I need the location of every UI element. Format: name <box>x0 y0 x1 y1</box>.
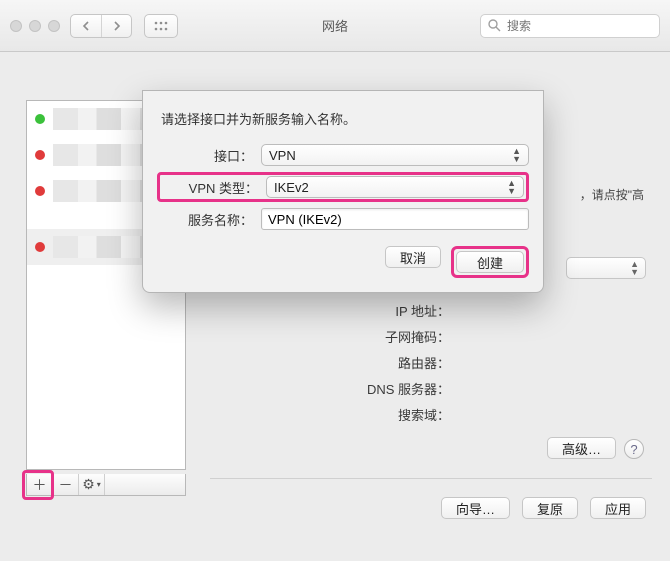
service-actions-button[interactable]: ⚙▾ <box>79 474 105 495</box>
vpn-type-label: VPN 类型： <box>162 178 258 197</box>
status-dot-icon <box>35 242 45 252</box>
create-service-sheet: 请选择接口并为新服务输入名称。 接口： VPN ▲▼ VPN 类型： IKEv2… <box>142 90 544 293</box>
chevron-updown-icon: ▲▼ <box>507 179 516 195</box>
highlight-create-icon: 创建 <box>451 246 529 278</box>
create-button[interactable]: 创建 <box>456 251 524 273</box>
info-rows: IP 地址： 子网掩码： 路由器： DNS 服务器： 搜索域： <box>280 297 450 427</box>
back-button[interactable] <box>71 15 101 37</box>
status-dot-icon <box>35 114 45 124</box>
apply-button[interactable]: 应用 <box>590 497 646 519</box>
service-name-label: 服务名称： <box>157 210 253 229</box>
close-dot[interactable] <box>10 20 22 32</box>
assist-button[interactable]: 向导… <box>441 497 510 519</box>
divider <box>210 478 652 479</box>
sheet-prompt: 请选择接口并为新服务输入名称。 <box>161 109 525 128</box>
search-input[interactable] <box>480 14 660 38</box>
subnet-mask-label: 子网掩码： <box>280 327 450 346</box>
ip-address-label: IP 地址： <box>280 301 450 320</box>
vpn-type-value: IKEv2 <box>274 180 309 195</box>
interface-select[interactable]: VPN ▲▼ <box>261 144 529 166</box>
service-name-input[interactable] <box>261 208 529 230</box>
sidebar-tools: ＋ － ⚙▾ <box>26 474 186 496</box>
status-dot-icon <box>35 150 45 160</box>
show-all-button[interactable] <box>144 14 178 38</box>
minimize-dot[interactable] <box>29 20 41 32</box>
hint-text: ，请点按"高 <box>580 186 644 203</box>
interface-value: VPN <box>269 148 296 163</box>
remove-service-button[interactable]: － <box>53 474 79 495</box>
cancel-button[interactable]: 取消 <box>385 246 441 268</box>
search-domains-label: 搜索域： <box>280 405 450 424</box>
chevron-updown-icon: ▲▼ <box>630 260 639 276</box>
main-area: ＋ － ⚙▾ ，请点按"高 ▲▼ IP 地址： 子网掩码： 路由器： DNS 服… <box>0 52 670 561</box>
add-service-button[interactable]: ＋ <box>27 474 53 495</box>
advanced-button[interactable]: 高级… <box>547 437 616 459</box>
help-button[interactable]: ? <box>624 439 644 459</box>
titlebar: 网络 <box>0 0 670 52</box>
status-select[interactable]: ▲▼ <box>566 257 646 279</box>
search-icon <box>487 18 501 32</box>
dns-servers-label: DNS 服务器： <box>280 379 450 398</box>
vpn-type-select[interactable]: IKEv2 ▲▼ <box>266 176 524 198</box>
router-label: 路由器： <box>280 353 450 372</box>
revert-button[interactable]: 复原 <box>522 497 578 519</box>
gear-icon: ⚙ <box>82 476 95 493</box>
status-dot-icon <box>35 186 45 196</box>
chevron-updown-icon: ▲▼ <box>512 147 521 163</box>
traffic-lights <box>10 20 60 32</box>
nav-group <box>70 14 178 38</box>
interface-label: 接口： <box>157 146 253 165</box>
forward-button[interactable] <box>101 15 131 37</box>
highlight-vpn-type: VPN 类型： IKEv2 ▲▼ <box>157 172 529 202</box>
zoom-dot[interactable] <box>48 20 60 32</box>
